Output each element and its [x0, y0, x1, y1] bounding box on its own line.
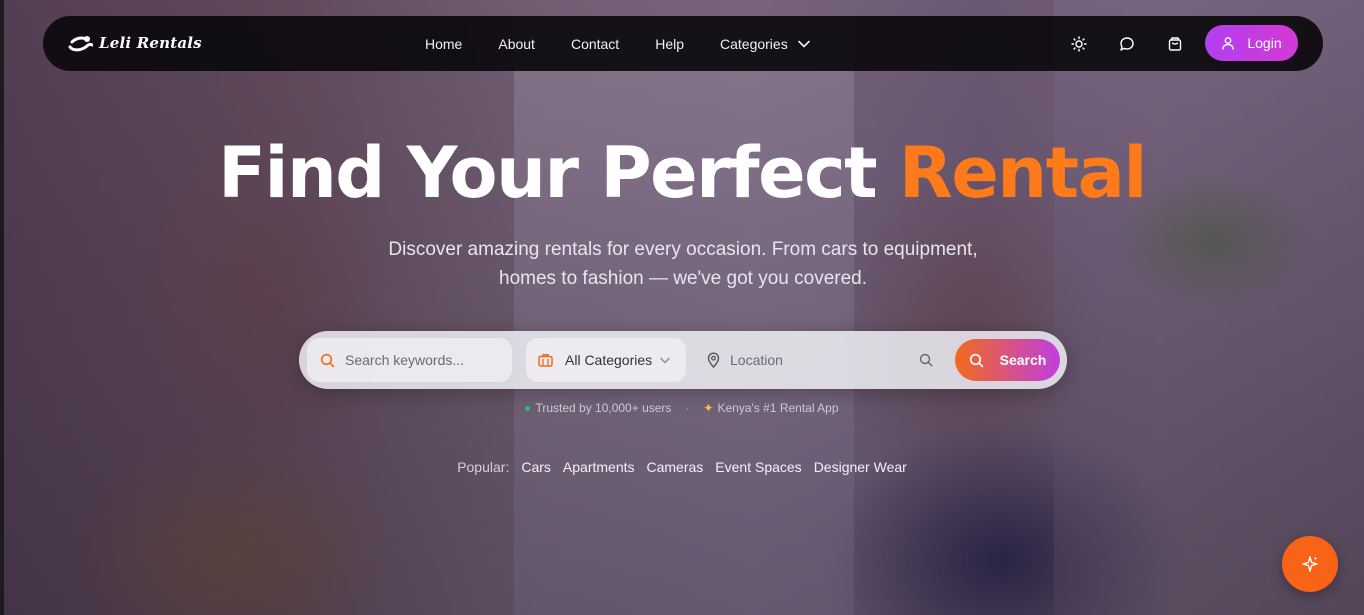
- category-select-value: All Categories: [565, 352, 653, 368]
- popular-label: Popular:: [457, 459, 510, 475]
- popular-tag-designer-wear[interactable]: Designer Wear: [814, 459, 907, 475]
- shopping-bag-icon: [1168, 36, 1182, 51]
- popular-searches: Popular: Cars Apartments Cameras Event S…: [0, 459, 1364, 475]
- location-field: [694, 338, 949, 382]
- trusted-users: Trusted by 10,000+ users: [525, 401, 671, 415]
- separator-dot: ·: [685, 401, 690, 415]
- hero-background-photo: [4, 0, 1364, 615]
- search-icon[interactable]: [919, 353, 933, 367]
- top-navbar: Leli Rentals Home About Contact Help Cat…: [43, 16, 1323, 71]
- user-icon: [1222, 37, 1235, 50]
- search-button[interactable]: Search: [955, 339, 1060, 381]
- messages-button[interactable]: [1116, 33, 1138, 55]
- nav-links: Home About Contact Help Categories: [425, 16, 810, 71]
- brand-name: Leli Rentals: [99, 34, 202, 52]
- hero-subtitle-line2: homes to fashion — we've got you covered…: [499, 268, 867, 289]
- popular-tag-cameras[interactable]: Cameras: [647, 459, 704, 475]
- hero-subtitle: Discover amazing rentals for every occas…: [340, 235, 1026, 293]
- trust-row: Trusted by 10,000+ users · ✦ Kenya's #1 R…: [0, 401, 1364, 415]
- popular-tag-apartments[interactable]: Apartments: [563, 459, 635, 475]
- hero-title-accent: Rental: [898, 132, 1147, 214]
- category-select[interactable]: All Categories: [526, 338, 686, 382]
- map-pin-icon: [707, 352, 720, 368]
- search-button-label: Search: [999, 352, 1047, 368]
- sparkles-icon: [1302, 556, 1318, 572]
- keyword-field: [307, 338, 512, 382]
- login-label: Login: [1247, 35, 1282, 51]
- theme-toggle-button[interactable]: [1068, 33, 1090, 55]
- chevron-down-icon: [797, 40, 810, 47]
- brand-logo-icon: [68, 36, 93, 52]
- hero-subtitle-line1: Discover amazing rentals for every occas…: [388, 239, 978, 260]
- popular-tag-cars[interactable]: Cars: [521, 459, 551, 475]
- kenya-badge: ✦ Kenya's #1 Rental App: [703, 401, 839, 415]
- sparkle-icon: ✦: [703, 401, 714, 415]
- nav-home[interactable]: Home: [425, 36, 462, 52]
- sun-icon: [1071, 35, 1087, 52]
- ai-assistant-button[interactable]: [1282, 536, 1338, 592]
- login-button[interactable]: Login: [1205, 25, 1298, 61]
- nav-icon-group: [1068, 16, 1212, 71]
- keyword-search-input[interactable]: [345, 352, 495, 368]
- search-icon: [320, 353, 335, 367]
- hero-title: Find Your Perfect Rental: [0, 132, 1364, 214]
- search-icon: [969, 353, 983, 367]
- brand-logo[interactable]: Leli Rentals: [67, 33, 202, 53]
- nav-help[interactable]: Help: [655, 36, 684, 52]
- status-dot-icon: [525, 405, 531, 411]
- nav-categories-dropdown[interactable]: Categories: [720, 36, 810, 52]
- nav-categories-label: Categories: [720, 35, 788, 52]
- search-bar: All Categories Search: [299, 331, 1067, 389]
- popular-tag-event-spaces[interactable]: Event Spaces: [715, 459, 801, 475]
- cart-button[interactable]: [1164, 33, 1186, 55]
- briefcase-icon: [538, 354, 553, 367]
- hero-title-main: Find Your Perfect: [218, 132, 899, 214]
- chevron-down-icon: [660, 357, 670, 363]
- nav-about[interactable]: About: [498, 36, 535, 52]
- nav-contact[interactable]: Contact: [571, 36, 619, 52]
- location-input[interactable]: [730, 352, 880, 368]
- message-icon: [1120, 36, 1134, 51]
